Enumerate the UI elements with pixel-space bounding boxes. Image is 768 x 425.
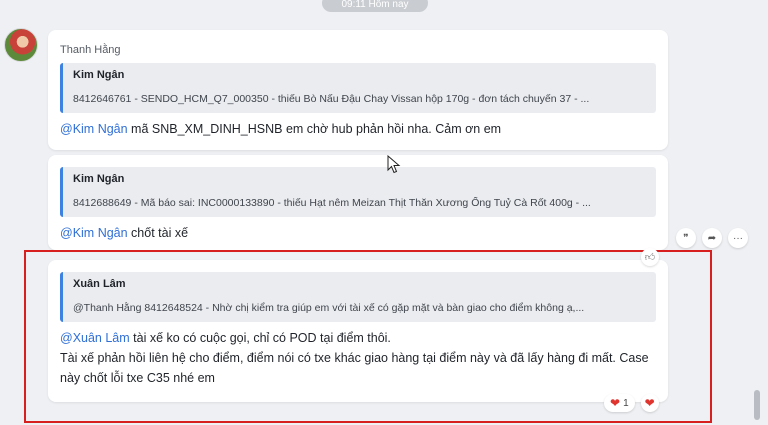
forward-icon[interactable]: ➦ — [702, 228, 722, 248]
message-body: mã SNB_XM_DINH_HSNB em chờ hub phản hồi … — [127, 122, 502, 136]
quote-author: Kim Ngân — [73, 69, 125, 81]
sender-name: Thanh Hằng — [60, 44, 121, 56]
time-divider: 09:11 Hôm nay — [322, 0, 428, 12]
heart-icon: ❤ — [610, 396, 621, 410]
quote-text: 8412646761 - SENDO_HCM_Q7_000350 - thiếu… — [73, 93, 590, 105]
message-bubble-1: Thanh Hằng Kim Ngân 8412646761 - SENDO_H… — [48, 30, 668, 150]
quoted-message[interactable]: Kim Ngân 8412646761 - SENDO_HCM_Q7_00035… — [60, 63, 656, 113]
message-body: chốt tài xế — [127, 226, 189, 240]
mention-link[interactable]: @Kim Ngân — [60, 226, 128, 240]
mention-link[interactable]: @Kim Ngân — [60, 122, 128, 136]
quote-text: 8412688649 - Mã báo sai: INC0000133890 -… — [73, 197, 591, 209]
avatar[interactable] — [4, 28, 38, 62]
message-text: @Kim Ngân chốt tài xế — [60, 223, 652, 243]
quote-icon[interactable]: ❞ — [676, 228, 696, 248]
reactions: ❤ 1 ❤ — [604, 394, 659, 412]
like-icon[interactable]: 👍︎ — [641, 248, 659, 266]
more-icon[interactable]: ··· — [728, 228, 748, 248]
message-bubble-2: Kim Ngân 8412688649 - Mã báo sai: INC000… — [48, 155, 668, 250]
mouse-cursor-icon — [387, 155, 401, 174]
message-actions: ❞ ➦ ··· — [676, 228, 748, 248]
scrollbar-thumb[interactable] — [754, 390, 760, 420]
heart-reaction[interactable]: ❤ 1 — [604, 394, 635, 412]
message-text: @Kim Ngân mã SNB_XM_DINH_HSNB em chờ hub… — [60, 119, 652, 139]
quoted-message[interactable]: Kim Ngân 8412688649 - Mã báo sai: INC000… — [60, 167, 656, 217]
heart-icon: ❤ — [644, 396, 655, 410]
add-reaction-button[interactable]: ❤ — [640, 394, 659, 412]
quote-author: Kim Ngân — [73, 173, 125, 185]
reaction-count: 1 — [623, 397, 629, 409]
